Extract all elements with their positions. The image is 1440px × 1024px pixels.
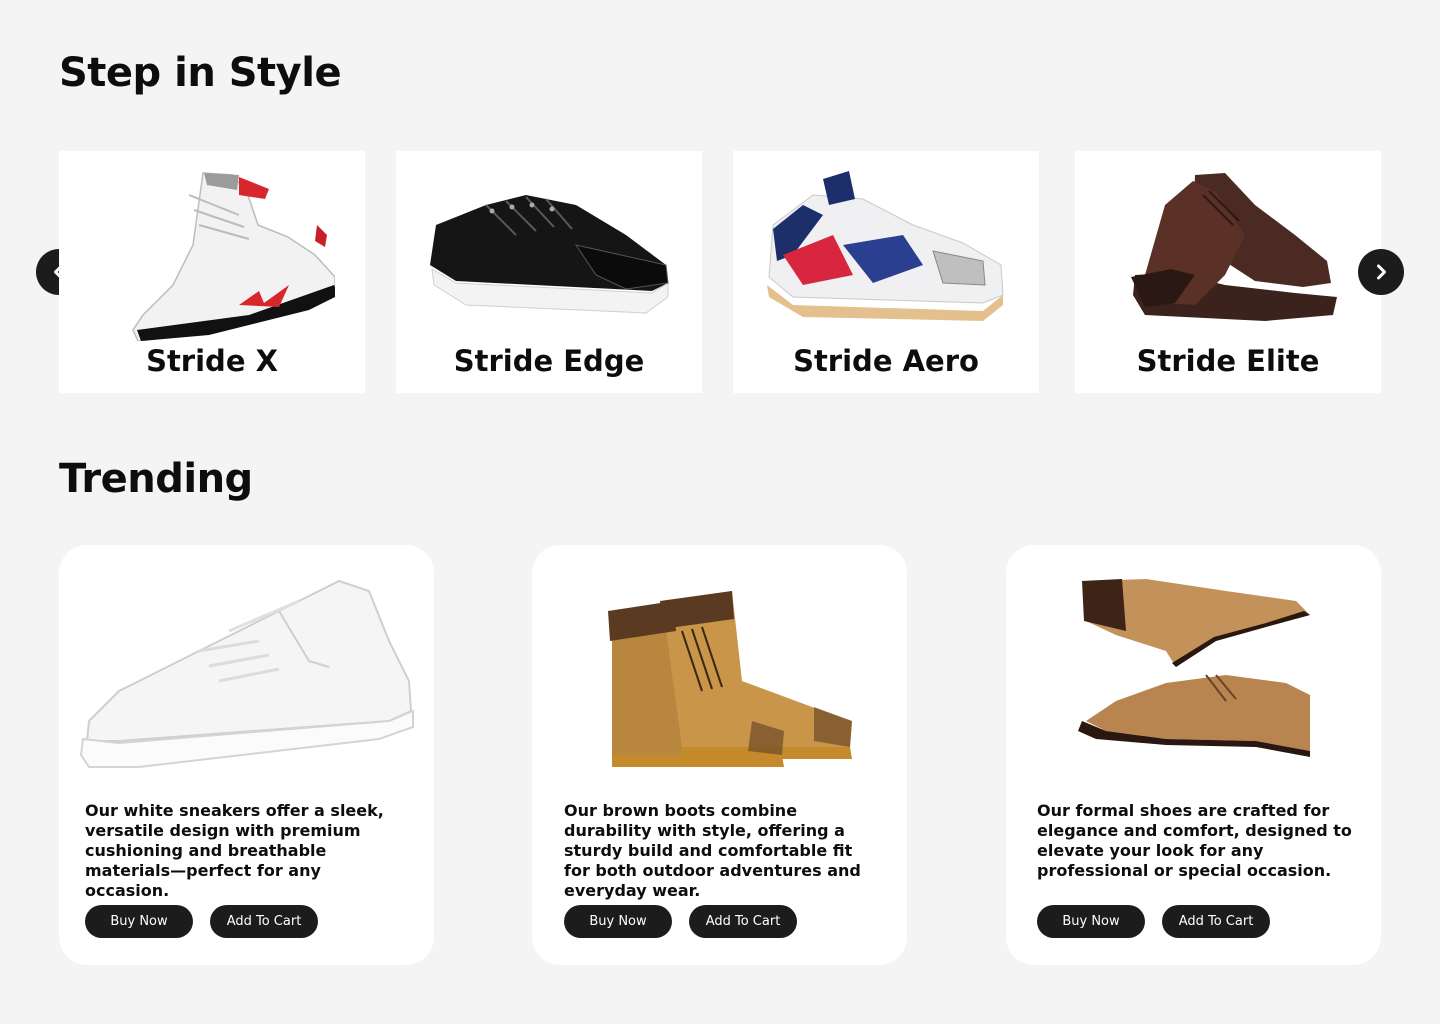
buy-now-button[interactable]: Buy Now	[564, 905, 672, 938]
page: Step in Style Stride X Stride Edge Strid…	[0, 0, 1440, 1024]
brown-boots-image	[608, 591, 852, 767]
buy-now-button[interactable]: Buy Now	[1037, 905, 1145, 938]
trending-description: Our white sneakers offer a sleek, versat…	[85, 801, 384, 900]
carousel-item-name: Stride X	[146, 344, 278, 378]
add-to-cart-button[interactable]: Add To Cart	[1162, 905, 1270, 938]
leather-shoe-image	[1131, 173, 1337, 321]
add-to-cart-button[interactable]: Add To Cart	[689, 905, 797, 938]
carousel-card-stride-edge[interactable]: Stride Edge	[396, 151, 702, 393]
buy-now-button[interactable]: Buy Now	[85, 905, 193, 938]
chevron-right-icon	[1377, 264, 1386, 280]
add-to-cart-button[interactable]: Add To Cart	[210, 905, 318, 938]
trending-card-brown-boots: Our brown boots combine durability with …	[532, 545, 907, 965]
white-sneaker-image	[79, 579, 414, 768]
trending-card-formal-shoes: Our formal shoes are crafted for eleganc…	[1006, 545, 1381, 965]
carousel-card-stride-aero[interactable]: Stride Aero	[733, 151, 1039, 393]
trending-description: Our formal shoes are crafted for eleganc…	[1037, 801, 1352, 880]
carousel-item-name: Stride Elite	[1136, 344, 1320, 378]
sneaker-image	[430, 195, 669, 314]
carousel-item-name: Stride Aero	[793, 344, 979, 378]
carousel-card-stride-elite[interactable]: Stride Elite	[1075, 151, 1381, 393]
sneaker-image	[767, 171, 1004, 321]
section-title-step-in-style: Step in Style	[59, 50, 342, 96]
trending-description: Our brown boots combine durability with …	[564, 801, 861, 900]
carousel-card-stride-x[interactable]: Stride X	[59, 151, 365, 393]
trending-card-white-sneakers: Our white sneakers offer a sleek, versat…	[59, 545, 434, 965]
formal-shoes-image	[1078, 579, 1310, 757]
sneaker-image	[132, 172, 335, 341]
carousel-next-button[interactable]	[1358, 249, 1404, 295]
carousel-item-name: Stride Edge	[453, 344, 645, 378]
section-title-trending: Trending	[59, 456, 253, 502]
